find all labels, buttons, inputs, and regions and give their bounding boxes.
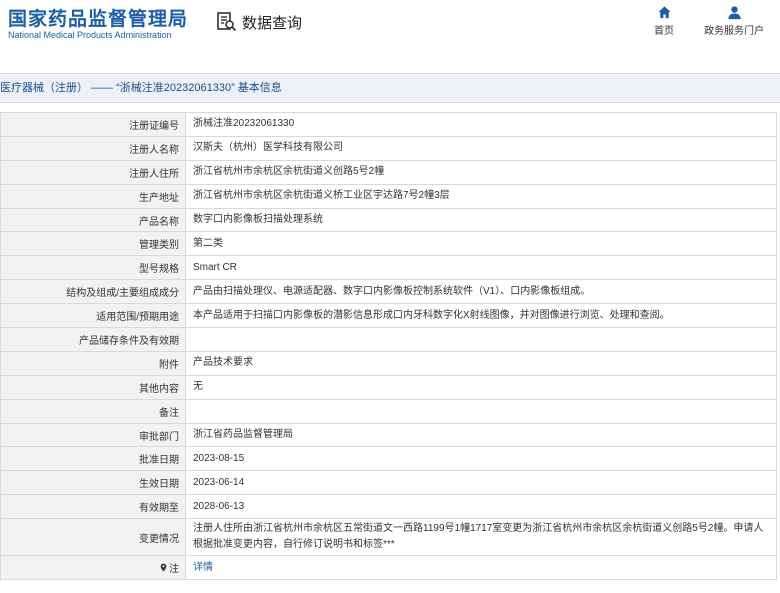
nav-home[interactable]: 首页 [650, 5, 678, 37]
table-row: 适用范围/预期用途 本产品适用于扫描口内影像板的潜影信息形成口内牙科数字化X射线… [0, 304, 777, 329]
table-row: 变更情况 注册人住所由浙江省杭州市余杭区五常街道文一西路1199号1幢1717室… [0, 519, 777, 557]
table-row: 批准日期 2023-08-15 [0, 447, 777, 472]
row-label: 其他内容 [1, 375, 186, 399]
row-label: 附件 [1, 351, 186, 375]
row-value: 无 [193, 381, 203, 393]
nav-home-label: 首页 [654, 26, 674, 37]
logo-title[interactable]: 国家药品监督管理局 [8, 4, 188, 31]
row-label: 注册人名称 [1, 136, 186, 160]
details-link[interactable]: 详情 [193, 560, 213, 576]
row-value: Smart CR [193, 261, 237, 273]
table-row: 型号规格 Smart CR [0, 256, 777, 281]
row-value: 本产品适用于扫描口内影像板的潜影信息形成口内牙科数字化X射线图像，并对图像进行浏… [193, 309, 670, 321]
row-label: 结构及组成/主要组成成分 [1, 280, 186, 304]
row-label: 有效期至 [1, 495, 186, 519]
note-label: 注 [169, 564, 179, 576]
row-label: 注 [1, 556, 186, 580]
row-label: 注册人住所 [1, 160, 186, 184]
row-value: 浙江省杭州市余杭区余杭街道义创路5号2幢 [193, 166, 385, 178]
row-label: 产品储存条件及有效期 [1, 328, 186, 351]
row-value: 注册人住所由浙江省杭州市余杭区五常街道文一西路1199号1幢1717室变更为浙江… [193, 523, 764, 551]
row-label: 审批部门 [1, 423, 186, 447]
row-value: 数字口内影像板扫描处理系统 [193, 214, 323, 225]
nav-gov-portal[interactable]: 政务服务门户 [700, 5, 768, 37]
table-row: 备注 [0, 399, 777, 424]
site-header: 国家药品监督管理局 National Medical Products Admi… [0, 0, 780, 50]
table-row: 生效日期 2023-06-14 [0, 471, 777, 496]
table-row: 注 详情 [0, 556, 777, 581]
table-row: 注册人住所 浙江省杭州市余杭区余杭街道义创路5号2幢 [0, 160, 777, 185]
row-value: 汉斯夫（杭州）医学科技有限公司 [193, 142, 343, 154]
location-pin-icon [160, 563, 167, 572]
table-row: 产品储存条件及有效期 [0, 328, 777, 352]
table-row: 有效期至 2028-06-13 [0, 495, 777, 520]
row-label: 管理类别 [1, 232, 186, 256]
table-row: 注册人名称 汉斯夫（杭州）医学科技有限公司 [0, 136, 777, 161]
row-value [186, 400, 776, 423]
table-row: 结构及组成/主要组成成分 产品由扫描处理仪、电源适配器、数字口内影像板控制系统软… [0, 280, 777, 305]
home-icon [657, 6, 671, 19]
row-label: 注册证编号 [1, 113, 186, 136]
row-value: 浙江省药品监督管理局 [193, 429, 293, 441]
logo-subtitle: National Medical Products Administration [8, 30, 172, 40]
data-query-link[interactable]: 数据查询 [216, 9, 302, 35]
row-label: 型号规格 [1, 256, 186, 280]
nav-gov-label: 政务服务门户 [704, 26, 764, 37]
row-value: 浙江省杭州市余杭区余杭街道义桥工业区宇达路7号2幢3层 [193, 190, 450, 202]
row-label: 批准日期 [1, 447, 186, 471]
table-row: 其他内容 无 [0, 375, 777, 400]
row-label: 适用范围/预期用途 [1, 304, 186, 328]
table-row: 管理类别 第二类 [0, 232, 777, 257]
data-query-label: 数据查询 [242, 13, 303, 32]
row-value: 产品技术要求 [193, 357, 253, 369]
row-value: 2023-08-15 [193, 452, 245, 464]
row-value [186, 328, 776, 351]
table-row: 生产地址 浙江省杭州市余杭区余杭街道义桥工业区宇达路7号2幢3层 [0, 184, 777, 209]
breadcrumb: 医疗器械（注册） —— “浙械注准20232061330” 基本信息 [0, 73, 780, 103]
detail-table: 注册证编号 浙械注准20232061330 注册人名称 汉斯夫（杭州）医学科技有… [0, 112, 777, 581]
search-document-icon [217, 12, 237, 32]
row-label: 备注 [1, 399, 186, 423]
row-label: 生产地址 [1, 184, 186, 208]
row-value: 2023-06-14 [193, 476, 245, 488]
row-value: 第二类 [193, 237, 223, 249]
table-row: 注册证编号 浙械注准20232061330 [0, 113, 777, 137]
row-label: 产品名称 [1, 208, 186, 232]
row-value: 2028-06-13 [193, 500, 245, 512]
row-value: 产品由扫描处理仪、电源适配器、数字口内影像板控制系统软件（V1）、口内影像板组成… [193, 285, 591, 297]
row-label: 生效日期 [1, 471, 186, 495]
table-row: 产品名称 数字口内影像板扫描处理系统 [0, 208, 777, 233]
row-value: 详情 [186, 556, 776, 579]
row-label: 变更情况 [1, 519, 186, 556]
table-row: 审批部门 浙江省药品监督管理局 [0, 423, 777, 448]
table-row: 附件 产品技术要求 [0, 351, 777, 376]
user-icon [727, 6, 741, 20]
row-value: 浙械注准20232061330 [193, 118, 295, 130]
